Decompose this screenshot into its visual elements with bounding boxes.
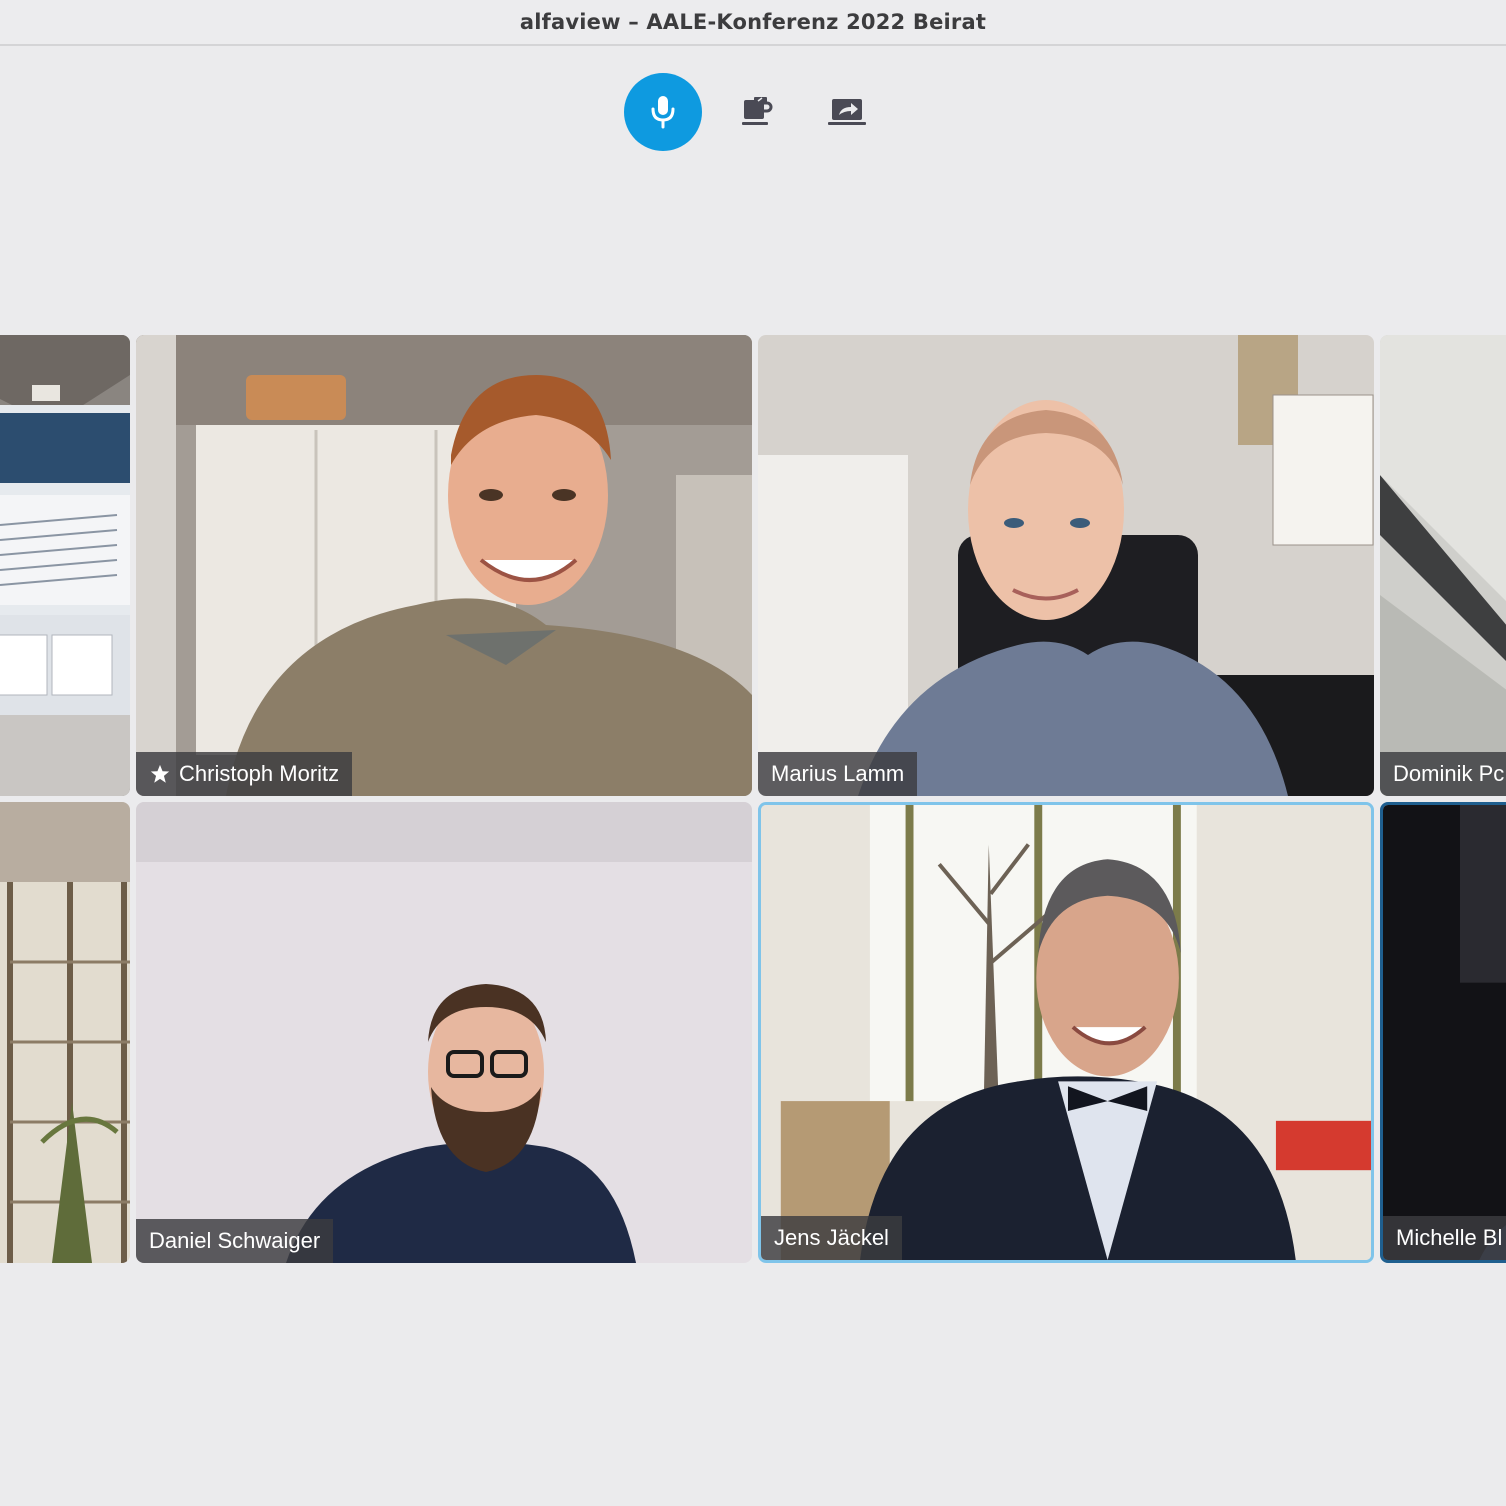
star-icon [149,763,171,785]
video-tile[interactable]: Michelle Bl [1380,802,1506,1263]
video-tile[interactable]: Christoph Moritz [136,335,752,796]
participant-name: Marius Lamm [771,761,905,786]
participant-nameplate: Jens Jäckel [761,1216,902,1260]
video-feed [1383,805,1506,1260]
participant-nameplate: Christoph Moritz [136,752,353,796]
video-feed [761,805,1371,1260]
participant-nameplate: Marius Lamm [758,752,918,796]
participant-name: Michelle Bl [1396,1225,1503,1250]
participant-name: Christoph Moritz [179,761,340,786]
participant-nameplate: Michelle Bl [1383,1216,1506,1260]
video-feed [0,335,130,796]
video-tile[interactable] [0,802,130,1263]
participant-name: Jens Jäckel [774,1225,889,1250]
video-tile[interactable]: Jens Jäckel [758,802,1374,1263]
video-feed [136,335,752,796]
video-tile[interactable]: Daniel Schwaiger [136,802,752,1263]
participant-nameplate: Daniel Schwaiger [136,1219,334,1263]
video-feed [136,802,752,1263]
participant-name: Daniel Schwaiger [149,1228,321,1253]
video-feed [0,802,130,1263]
video-feed [758,335,1374,796]
video-grid: Christoph Moritz Marius Lamm Dominik Pc … [0,0,1506,1506]
video-tile[interactable]: Marius Lamm [758,335,1374,796]
participant-nameplate: Dominik Pc [1380,752,1506,796]
video-feed [1380,335,1506,796]
video-tile[interactable]: Dominik Pc [1380,335,1506,796]
video-tile[interactable] [0,335,130,796]
participant-name: Dominik Pc [1393,761,1505,786]
